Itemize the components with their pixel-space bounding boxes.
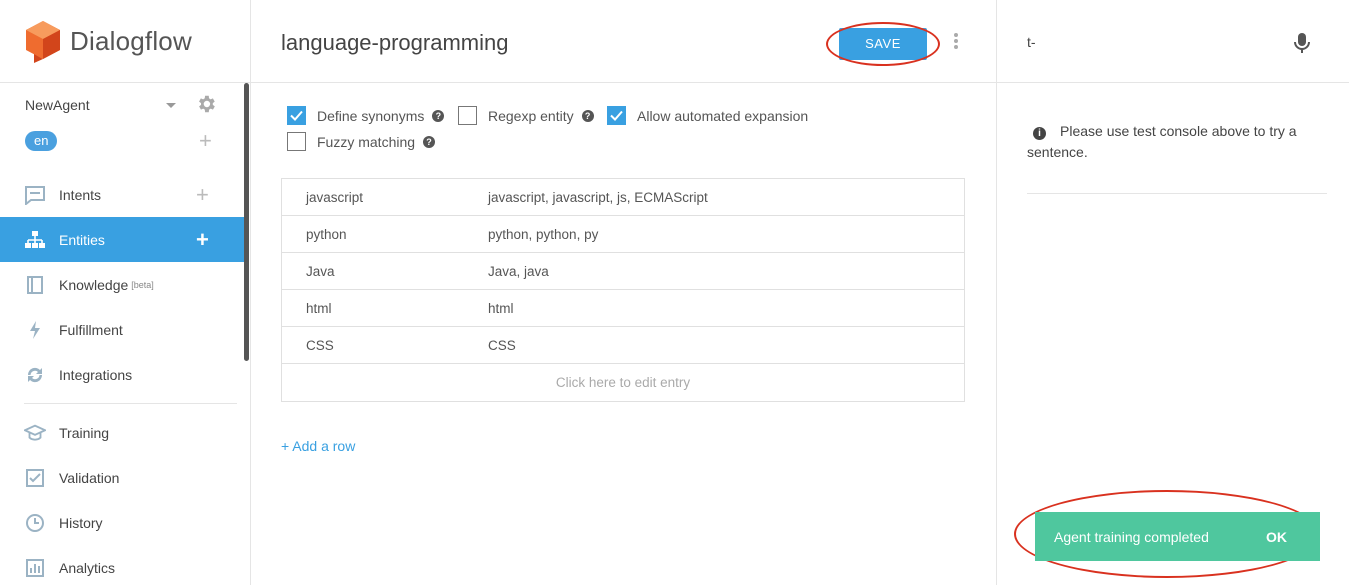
sidebar-item-intents[interactable]: Intents + bbox=[0, 172, 245, 217]
console-info-text: Please use test console above to try a s… bbox=[1027, 123, 1297, 160]
option-fuzzy-matching[interactable]: Fuzzy matching ? bbox=[287, 132, 436, 151]
info-icon: i bbox=[1033, 127, 1046, 140]
entry-value[interactable]: javascript bbox=[282, 190, 488, 205]
option-label: Regexp entity bbox=[488, 107, 574, 124]
help-icon[interactable]: ? bbox=[581, 109, 594, 122]
test-console: t- i Please use test console above to try… bbox=[996, 0, 1349, 585]
main-header: language-programming SAVE bbox=[251, 0, 996, 83]
sidebar-item-label: Training bbox=[59, 424, 110, 441]
more-vert-icon[interactable] bbox=[951, 33, 961, 53]
console-header: t- bbox=[997, 0, 1349, 83]
sidebar-item-label: History bbox=[59, 514, 103, 531]
sidebar-nav: Intents + Entities + Knowledge [beta] Fu… bbox=[0, 172, 245, 585]
sync-icon bbox=[24, 364, 46, 386]
sidebar: Dialogflow NewAgent en + Intents + Entit… bbox=[0, 0, 251, 585]
table-row[interactable]: Java Java, java bbox=[282, 253, 964, 290]
edit-entry-placeholder[interactable]: Click here to edit entry bbox=[282, 364, 964, 401]
add-language-button[interactable]: + bbox=[199, 130, 212, 152]
agent-selector[interactable]: NewAgent bbox=[25, 93, 220, 117]
sidebar-item-label: Knowledge bbox=[59, 276, 129, 293]
help-icon[interactable]: ? bbox=[432, 109, 445, 122]
option-define-synonyms[interactable]: Define synonyms ? bbox=[287, 106, 445, 125]
clock-icon bbox=[24, 512, 46, 534]
table-row[interactable]: javascript javascript, javascript, js, E… bbox=[282, 179, 964, 216]
entry-synonyms[interactable]: javascript, javascript, js, ECMAScript bbox=[488, 190, 964, 205]
entry-synonyms[interactable]: html bbox=[488, 301, 964, 316]
help-icon[interactable]: ? bbox=[423, 135, 436, 148]
entry-value[interactable]: Java bbox=[282, 264, 488, 279]
sidebar-item-label: Analytics bbox=[59, 559, 116, 576]
training-toast: Agent training completed OK bbox=[1035, 512, 1320, 561]
checkbox-unchecked-icon[interactable] bbox=[287, 132, 306, 151]
sidebar-item-entities[interactable]: Entities + bbox=[0, 217, 245, 262]
checkbox-checked-icon[interactable] bbox=[287, 106, 306, 125]
sidebar-item-integrations[interactable]: Integrations bbox=[0, 352, 245, 397]
book-icon bbox=[24, 274, 46, 296]
entity-editor: language-programming SAVE Define synonym… bbox=[251, 0, 996, 585]
gear-icon[interactable] bbox=[195, 93, 217, 115]
sidebar-item-analytics[interactable]: Analytics bbox=[0, 545, 245, 585]
sidebar-item-label: Integrations bbox=[59, 366, 133, 383]
microphone-icon[interactable] bbox=[1294, 32, 1310, 54]
sitemap-icon bbox=[24, 229, 46, 251]
beta-badge: [beta] bbox=[131, 279, 154, 290]
app: Dialogflow NewAgent en + Intents + Entit… bbox=[0, 0, 1349, 585]
table-row[interactable]: html html bbox=[282, 290, 964, 327]
entity-name-title[interactable]: language-programming bbox=[281, 30, 508, 56]
check-square-icon bbox=[24, 467, 46, 489]
option-regexp-entity[interactable]: Regexp entity ? bbox=[458, 106, 594, 125]
chat-icon bbox=[24, 184, 46, 206]
logo-row: Dialogflow bbox=[0, 0, 250, 83]
add-entity-button[interactable]: + bbox=[196, 228, 209, 251]
checkbox-unchecked-icon[interactable] bbox=[458, 106, 477, 125]
sidebar-item-label: Intents bbox=[59, 186, 102, 203]
sidebar-item-knowledge[interactable]: Knowledge [beta] bbox=[0, 262, 245, 307]
brand-name: Dialogflow bbox=[70, 25, 192, 56]
graduation-cap-icon bbox=[24, 422, 46, 444]
toast-message: Agent training completed bbox=[1054, 528, 1209, 545]
save-annotation-ring bbox=[826, 22, 940, 66]
dialogflow-logo-icon bbox=[26, 21, 60, 63]
entry-value[interactable]: CSS bbox=[282, 338, 488, 353]
sidebar-item-label: Validation bbox=[59, 469, 120, 486]
sidebar-item-validation[interactable]: Validation bbox=[0, 455, 245, 500]
sidebar-item-label: Fulfillment bbox=[59, 321, 123, 338]
chevron-down-icon[interactable] bbox=[166, 103, 176, 108]
add-row-link[interactable]: + Add a row bbox=[281, 438, 355, 454]
table-row[interactable]: CSS CSS bbox=[282, 327, 964, 364]
sidebar-item-label: Entities bbox=[59, 231, 105, 248]
language-row: en + bbox=[25, 130, 220, 153]
console-info: i Please use test console above to try a … bbox=[1027, 121, 1327, 163]
option-label: Fuzzy matching bbox=[317, 133, 416, 150]
entries-table: javascript javascript, javascript, js, E… bbox=[281, 178, 965, 402]
option-label: Define synonyms bbox=[317, 107, 425, 124]
entry-synonyms[interactable]: CSS bbox=[488, 338, 964, 353]
entry-synonyms[interactable]: Java, java bbox=[488, 264, 964, 279]
nav-divider bbox=[24, 403, 237, 404]
sidebar-scrollbar[interactable] bbox=[244, 83, 249, 361]
sidebar-item-fulfillment[interactable]: Fulfillment bbox=[0, 307, 245, 352]
sidebar-item-history[interactable]: History bbox=[0, 500, 245, 545]
entry-synonyms[interactable]: python, python, py bbox=[488, 227, 964, 242]
option-label: Allow automated expansion bbox=[637, 107, 809, 124]
agent-name: NewAgent bbox=[25, 97, 90, 113]
test-query-input[interactable]: t- bbox=[1027, 34, 1036, 50]
entry-value[interactable]: html bbox=[282, 301, 488, 316]
add-intent-button[interactable]: + bbox=[196, 183, 209, 206]
bolt-icon bbox=[24, 319, 46, 341]
sidebar-item-training[interactable]: Training bbox=[0, 410, 245, 455]
entry-value[interactable]: python bbox=[282, 227, 488, 242]
bar-chart-icon bbox=[24, 557, 46, 579]
table-row[interactable]: python python, python, py bbox=[282, 216, 964, 253]
language-badge[interactable]: en bbox=[25, 131, 58, 151]
option-automated-expansion[interactable]: Allow automated expansion bbox=[607, 106, 808, 125]
checkbox-checked-icon[interactable] bbox=[607, 106, 626, 125]
console-divider bbox=[1027, 193, 1327, 194]
toast-ok-button[interactable]: OK bbox=[1266, 529, 1287, 545]
